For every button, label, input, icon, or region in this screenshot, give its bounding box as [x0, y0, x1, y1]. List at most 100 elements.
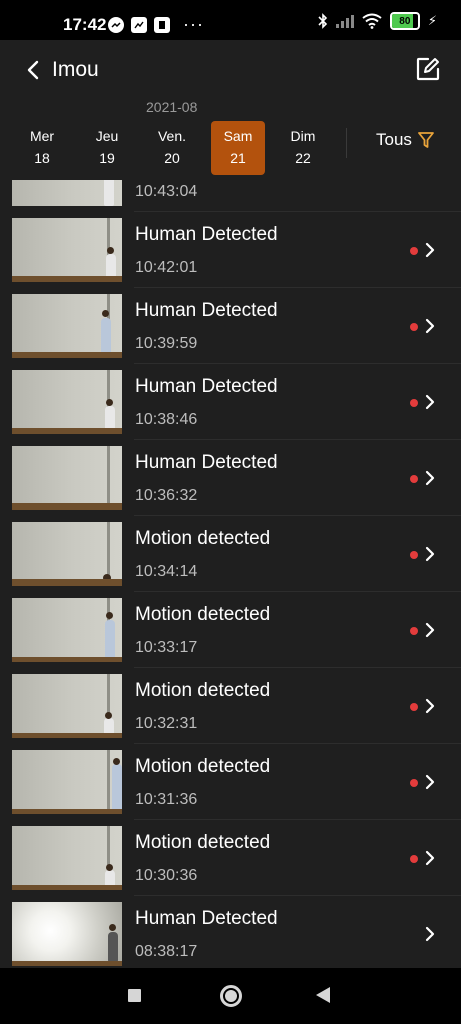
- day-item[interactable]: Dim 22: [276, 121, 330, 175]
- event-title: Motion detected: [135, 604, 271, 625]
- back-button[interactable]: [20, 56, 48, 84]
- event-thumbnail: [12, 902, 122, 966]
- event-title: Motion detected: [135, 832, 271, 853]
- system-nav-bar: [0, 968, 461, 1024]
- event-title: Motion detected: [135, 756, 271, 777]
- event-row[interactable]: Motion detected 10:33:17: [0, 592, 461, 668]
- event-thumbnail: [12, 446, 122, 510]
- day-number: 21: [230, 150, 246, 166]
- event-row[interactable]: Motion detected 10:34:14: [0, 516, 461, 592]
- back-triangle-icon[interactable]: [316, 987, 330, 1003]
- event-thumbnail: [12, 674, 122, 738]
- event-thumbnail: [12, 294, 122, 358]
- chevron-right-icon: [425, 242, 435, 258]
- wifi-icon: [362, 13, 382, 29]
- battery-percent: 80: [399, 15, 411, 27]
- chevron-right-icon: [425, 394, 435, 410]
- unread-dot: [410, 627, 418, 635]
- chevron-right-icon: [425, 926, 435, 942]
- event-row[interactable]: Motion detected 10:30:36: [0, 820, 461, 896]
- event-time: 10:30:36: [135, 867, 198, 884]
- edit-button[interactable]: [415, 56, 441, 82]
- event-thumbnail: [12, 826, 122, 890]
- event-time: 10:42:01: [135, 259, 198, 276]
- unread-dot: [410, 779, 418, 787]
- signal-icon: [335, 15, 354, 28]
- event-title: Motion detected: [135, 528, 271, 549]
- status-time: 17:42: [63, 15, 107, 34]
- divider: [346, 128, 347, 158]
- app-icon: [154, 16, 170, 33]
- event-time: 10:39:59: [135, 335, 198, 352]
- unread-dot: [410, 247, 418, 255]
- status-bar: 17:42 ··· 80 ⚡: [0, 0, 461, 40]
- day-selector: Mer 18 Jeu 19 Ven. 20 Sam 21 Dim 22: [8, 121, 338, 175]
- day-name: Ven.: [157, 128, 187, 144]
- funnel-icon: [418, 132, 434, 148]
- event-time: 10:33:17: [135, 639, 198, 656]
- charging-icon: ⚡: [427, 13, 437, 28]
- event-row[interactable]: Human Detected 10:42:01: [0, 212, 461, 288]
- chevron-right-icon: [425, 774, 435, 790]
- event-row[interactable]: Human Detected 08:38:17: [0, 896, 461, 968]
- event-thumbnail: [12, 180, 122, 206]
- chevron-right-icon: [425, 318, 435, 334]
- event-title: Human Detected: [135, 300, 278, 321]
- unread-dot: [410, 475, 418, 483]
- bluetooth-icon: [318, 13, 327, 29]
- unread-dot: [410, 855, 418, 863]
- event-time: 10:32:31: [135, 715, 198, 732]
- event-row[interactable]: Human Detected 10:36:32: [0, 440, 461, 516]
- event-time: 10:38:46: [135, 411, 198, 428]
- notification-icons: ···: [108, 14, 204, 35]
- recents-square-icon[interactable]: [128, 989, 141, 1002]
- page-title: Imou: [52, 58, 99, 81]
- event-time: 10:31:36: [135, 791, 198, 808]
- more-icon: ···: [183, 14, 204, 34]
- event-row[interactable]: 10:43:04: [0, 180, 461, 212]
- unread-dot: [410, 399, 418, 407]
- day-item[interactable]: Ven. 20: [145, 121, 199, 175]
- event-time: 10:36:32: [135, 487, 198, 504]
- day-name: Sam: [223, 128, 253, 144]
- chevron-right-icon: [425, 470, 435, 486]
- day-item-selected[interactable]: Sam 21: [211, 121, 265, 175]
- day-number: 22: [295, 150, 311, 166]
- messenger-icon: [108, 16, 124, 33]
- filter-button[interactable]: Tous: [376, 130, 434, 150]
- system-icons: 80 ⚡: [318, 12, 437, 30]
- day-name: Jeu: [95, 128, 119, 144]
- event-row[interactable]: Human Detected 10:39:59: [0, 288, 461, 364]
- event-time: 08:38:17: [135, 943, 198, 960]
- chevron-right-icon: [425, 546, 435, 562]
- filter-label: Tous: [376, 130, 412, 149]
- event-time: 10:34:14: [135, 563, 198, 580]
- event-title: Motion detected: [135, 680, 271, 701]
- day-name: Mer: [29, 128, 55, 144]
- unread-dot: [410, 703, 418, 711]
- battery-icon: 80: [389, 12, 420, 30]
- day-item[interactable]: Jeu 19: [80, 121, 134, 175]
- event-row[interactable]: Human Detected 10:38:46: [0, 364, 461, 440]
- event-title: Human Detected: [135, 224, 278, 245]
- event-title: Human Detected: [135, 376, 278, 397]
- unread-dot: [410, 323, 418, 331]
- event-row[interactable]: Motion detected 10:31:36: [0, 744, 461, 820]
- chevron-right-icon: [425, 850, 435, 866]
- event-title: Human Detected: [135, 452, 278, 473]
- month-label: 2021-08: [146, 99, 198, 115]
- day-number: 20: [164, 150, 180, 166]
- event-thumbnail: [12, 218, 122, 282]
- event-time: 10:43:04: [135, 183, 198, 200]
- day-number: 19: [99, 150, 115, 166]
- chevron-right-icon: [425, 698, 435, 714]
- event-row[interactable]: Motion detected 10:32:31: [0, 668, 461, 744]
- day-item[interactable]: Mer 18: [15, 121, 69, 175]
- day-name: Dim: [290, 128, 316, 144]
- day-number: 18: [34, 150, 50, 166]
- event-title: Human Detected: [135, 908, 278, 929]
- home-dot: [225, 990, 237, 1002]
- chevron-right-icon: [425, 622, 435, 638]
- gallery-icon: [131, 16, 147, 33]
- event-thumbnail: [12, 522, 122, 586]
